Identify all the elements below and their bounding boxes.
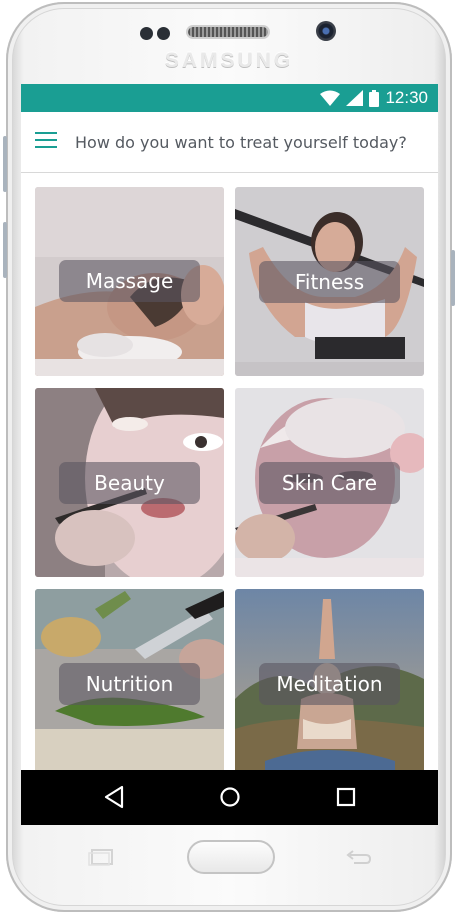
category-tile-massage[interactable]: Massage [35,187,224,376]
category-label: Massage [59,260,200,302]
category-tile-nutrition[interactable]: Nutrition [35,589,224,778]
screen: 12:30 How do you want to treat yourself … [21,84,438,825]
wifi-icon [320,90,341,106]
category-tile-skin-care[interactable]: Skin Care [235,388,424,577]
category-label: Meditation [259,663,400,705]
signal-icon [346,90,364,106]
page-title: How do you want to treat yourself today? [75,133,407,152]
category-label: Nutrition [59,663,200,705]
hardware-home-button[interactable] [187,840,275,874]
volume-up-button [3,136,7,192]
navigation-bar [21,770,438,825]
battery-icon [369,89,380,107]
recent-apps-key-icon[interactable] [88,848,116,866]
category-tile-beauty[interactable]: Beauty [35,388,224,577]
app-bar: How do you want to treat yourself today? [21,112,438,173]
sensor-dots [140,27,170,40]
back-key-icon[interactable] [344,848,372,866]
volume-down-button [3,222,7,278]
category-label: Beauty [59,462,200,504]
category-label: Fitness [259,261,400,303]
category-tile-fitness[interactable]: Fitness [235,187,424,376]
power-button [451,250,455,306]
earpiece-speaker [188,27,268,37]
category-tile-meditation[interactable]: Meditation [235,589,424,778]
back-triangle-icon[interactable] [102,784,128,810]
category-label: Skin Care [259,462,400,504]
home-circle-icon[interactable] [217,784,243,810]
status-time: 12:30 [385,88,428,107]
recents-square-icon[interactable] [333,784,359,810]
status-bar: 12:30 [21,84,438,112]
hamburger-menu-icon[interactable] [35,132,59,150]
front-camera [316,21,336,41]
brand-logo: SAMSUNG [164,49,294,72]
